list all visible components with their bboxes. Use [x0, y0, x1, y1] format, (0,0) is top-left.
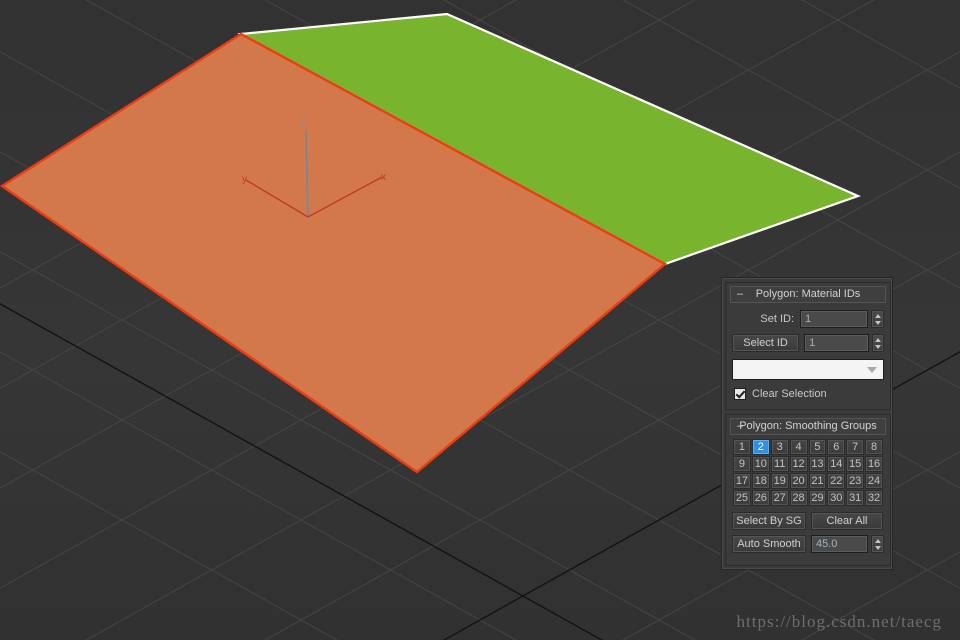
- smoothing-group-7[interactable]: 7: [846, 439, 865, 455]
- smoothing-group-9[interactable]: 9: [733, 456, 751, 472]
- material-id-dropdown[interactable]: [732, 359, 884, 380]
- command-panel: – Polygon: Material IDs Set ID: 1 Select…: [721, 277, 893, 570]
- smoothing-group-17[interactable]: 17: [733, 473, 751, 489]
- smoothing-group-13[interactable]: 13: [808, 456, 827, 472]
- smoothing-group-26[interactable]: 26: [751, 490, 770, 506]
- clear-selection-row[interactable]: Clear Selection: [734, 388, 884, 400]
- clear-selection-label: Clear Selection: [752, 388, 827, 400]
- set-id-spinner[interactable]: [871, 310, 884, 328]
- sg-button-row-2: Auto Smooth 45.0: [732, 535, 884, 553]
- smoothing-group-29[interactable]: 29: [808, 490, 827, 506]
- smoothing-group-22[interactable]: 22: [827, 473, 846, 489]
- auto-smooth-spinner[interactable]: [871, 535, 884, 553]
- smoothing-group-6[interactable]: 6: [827, 439, 846, 455]
- rollout-smoothing-groups-header[interactable]: – Polygon: Smoothing Groups: [730, 418, 886, 435]
- smoothing-group-14[interactable]: 14: [827, 456, 846, 472]
- smoothing-group-23[interactable]: 23: [846, 473, 865, 489]
- rollout-smoothing-groups: – Polygon: Smoothing Groups 1 2 3 4 5 6 7 8 9 10 1…: [725, 414, 891, 566]
- set-id-row: Set ID: 1: [732, 310, 884, 328]
- app-root: z x y – Polygon: Material IDs Set ID: 1: [0, 0, 960, 640]
- smoothing-group-20[interactable]: 20: [789, 473, 808, 489]
- smoothing-group-grid: 1 2 3 4 5 6 7 8 9 10 11 12 13 14 15 16 17 18 19 20 21 22 23 24 2…: [733, 439, 883, 506]
- select-id-input[interactable]: 1: [804, 334, 869, 352]
- rollout-smoothing-groups-title: Polygon: Smoothing Groups: [739, 420, 877, 432]
- smoothing-group-5[interactable]: 5: [808, 439, 827, 455]
- rollout-material-ids: – Polygon: Material IDs Set ID: 1 Select…: [725, 282, 891, 410]
- auto-smooth-threshold-input[interactable]: 45.0: [811, 535, 868, 553]
- spinner-down-icon[interactable]: [874, 320, 881, 325]
- smoothing-group-15[interactable]: 15: [846, 456, 865, 472]
- smoothing-group-21[interactable]: 21: [808, 473, 827, 489]
- select-by-sg-button[interactable]: Select By SG: [732, 512, 806, 530]
- watermark: https://blog.csdn.net/taecg: [736, 612, 942, 631]
- rollout-material-ids-header[interactable]: – Polygon: Material IDs: [730, 286, 886, 303]
- clear-all-button[interactable]: Clear All: [811, 512, 883, 530]
- smoothing-group-2[interactable]: 2: [751, 439, 770, 455]
- smoothing-group-11[interactable]: 11: [770, 456, 789, 472]
- smoothing-group-18[interactable]: 18: [751, 473, 770, 489]
- auto-smooth-button[interactable]: Auto Smooth: [732, 535, 806, 553]
- smoothing-group-4[interactable]: 4: [789, 439, 808, 455]
- smoothing-group-24[interactable]: 24: [865, 473, 883, 489]
- spinner-up-icon[interactable]: [874, 337, 881, 342]
- smoothing-group-19[interactable]: 19: [770, 473, 789, 489]
- set-id-input[interactable]: 1: [800, 310, 868, 328]
- spinner-up-icon[interactable]: [874, 313, 881, 318]
- spinner-down-icon[interactable]: [874, 344, 881, 349]
- gizmo-x-label: x: [381, 172, 386, 183]
- chevron-down-icon[interactable]: [867, 366, 877, 373]
- gizmo-z-label: z: [301, 118, 306, 129]
- select-id-button[interactable]: Select ID: [732, 334, 800, 352]
- smoothing-group-32[interactable]: 32: [865, 490, 883, 506]
- select-id-row: Select ID 1: [732, 334, 884, 352]
- spinner-down-icon[interactable]: [874, 545, 881, 550]
- select-id-spinner[interactable]: [871, 334, 884, 352]
- collapse-icon[interactable]: –: [737, 287, 743, 302]
- gizmo-y-label: y: [242, 174, 247, 185]
- sg-button-row-1: Select By SG Clear All: [732, 512, 884, 530]
- smoothing-group-16[interactable]: 16: [865, 456, 883, 472]
- rollout-material-ids-title: Polygon: Material IDs: [755, 288, 861, 300]
- clear-selection-checkbox[interactable]: [734, 388, 746, 400]
- smoothing-group-30[interactable]: 30: [827, 490, 846, 506]
- smoothing-group-28[interactable]: 28: [789, 490, 808, 506]
- smoothing-group-10[interactable]: 10: [751, 456, 770, 472]
- collapse-icon[interactable]: –: [737, 419, 743, 434]
- smoothing-group-1[interactable]: 1: [733, 439, 751, 455]
- smoothing-group-3[interactable]: 3: [770, 439, 789, 455]
- smoothing-group-27[interactable]: 27: [770, 490, 789, 506]
- set-id-label: Set ID:: [760, 313, 794, 325]
- smoothing-group-31[interactable]: 31: [846, 490, 865, 506]
- smoothing-group-8[interactable]: 8: [865, 439, 883, 455]
- spinner-up-icon[interactable]: [874, 538, 881, 543]
- smoothing-group-25[interactable]: 25: [733, 490, 751, 506]
- smoothing-group-12[interactable]: 12: [789, 456, 808, 472]
